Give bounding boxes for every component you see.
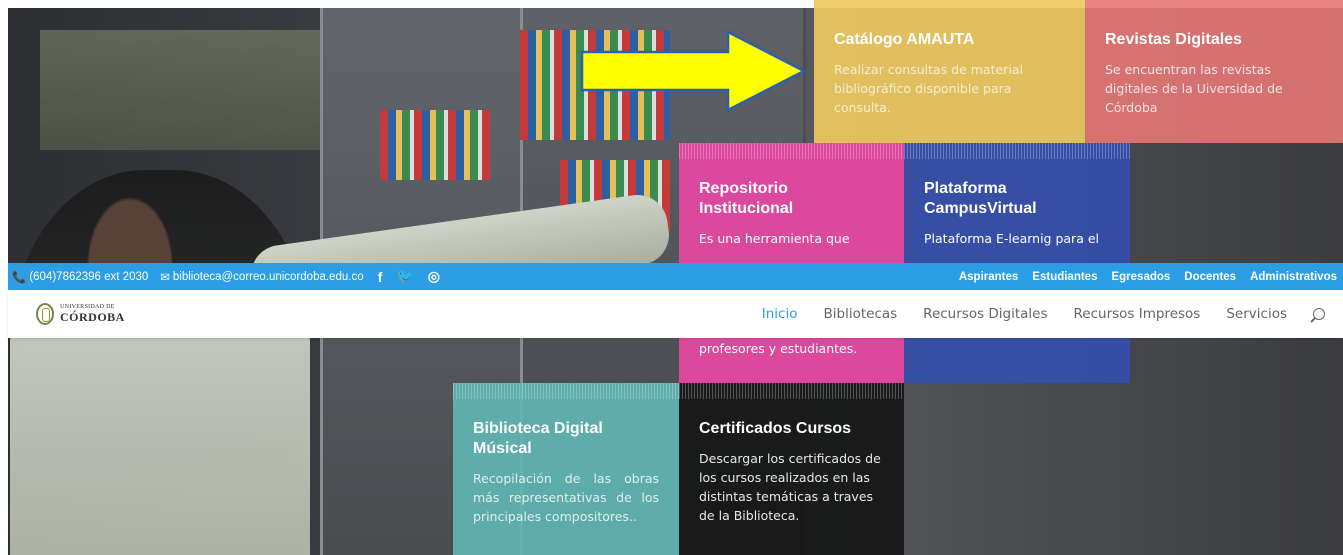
twitter-icon[interactable]: 🐦 [396,268,413,285]
phone-number[interactable]: (604)7862396 ext 2030 [29,271,148,283]
tile-title: Catálogo AMAUTA [834,31,975,48]
hatch-stripe [904,143,1130,159]
link-egresados[interactable]: Egresados [1111,271,1170,283]
nav-recursos-impresos[interactable]: Recursos Impresos [1074,306,1201,322]
left-border [0,0,8,555]
logo-text: UNIVERSIDAD DE CÓRDOBA [60,304,125,324]
link-estudiantes[interactable]: Estudiantes [1032,271,1097,283]
tile-description: Realizar consultas de material bibliográ… [834,62,1023,115]
phone-icon: 📞 [12,271,27,284]
hatch-stripe [453,383,679,399]
window-light [40,30,340,150]
tile-biblioteca-digital-musical[interactable]: Biblioteca Digital Músical Recopilación … [453,383,679,555]
link-administrativos[interactable]: Administrativos [1250,271,1337,283]
page: Catálogo AMAUTA Realizar consultas de ma… [0,0,1343,555]
books-row [380,110,490,180]
nav-recursos-digitales[interactable]: Recursos Digitales [923,306,1047,322]
yellow-arrow-annotation [580,30,807,112]
tile-title: Certificados Cursos [699,420,852,437]
link-docentes[interactable]: Docentes [1184,271,1236,283]
logo-big-text: CÓRDOBA [60,310,125,324]
tile-catalogo-amauta[interactable]: Catálogo AMAUTA Realizar consultas de ma… [814,0,1085,143]
tile-description: Es una herramienta que [699,231,850,246]
tile-title: Plataforma CampusVirtual [924,180,1037,217]
link-aspirantes[interactable]: Aspirantes [959,271,1018,283]
tile-title: Revistas Digitales [1105,31,1242,48]
tile-description: Se encuentran las revistas digitales de … [1105,62,1283,115]
tile-description-lower: profesores y estudiantes. [699,341,858,356]
facebook-icon[interactable]: f [378,269,383,285]
nav-servicios[interactable]: Servicios [1226,306,1287,322]
nav-menu: Inicio Bibliotecas Recursos Digitales Re… [762,290,1325,338]
nav-inicio[interactable]: Inicio [762,306,798,322]
tile-revistas-digitales[interactable]: Revistas Digitales Se encuentran las rev… [1085,0,1343,143]
university-logo[interactable]: UNIVERSIDAD DE CÓRDOBA [36,303,125,325]
hatch-stripe [679,383,904,399]
tile-title: Repositorio Institucional [699,180,794,217]
main-navbar: UNIVERSIDAD DE CÓRDOBA Inicio Biblioteca… [8,290,1343,338]
tile-description: Recopilación de las obras más representa… [473,471,659,524]
nav-bibliotecas[interactable]: Bibliotecas [824,306,898,322]
tile-certificados-cursos[interactable]: Certificados Cursos Descargar los certif… [679,383,904,555]
hatch-stripe [679,143,904,159]
email-link[interactable]: biblioteca@correo.unicordoba.edu.co [173,271,364,283]
tile-title: Biblioteca Digital Músical [473,420,603,457]
mail-icon: ✉ [160,271,170,284]
top-info-bar: 📞 (604)7862396 ext 2030 ✉ biblioteca@cor… [8,263,1343,290]
audience-links: Aspirantes Estudiantes Egresados Docente… [959,263,1337,290]
student-figure [10,170,310,555]
instagram-icon[interactable]: ◎ [428,268,440,285]
search-icon[interactable] [1313,308,1325,320]
tile-description: Descargar los certificados de los cursos… [699,451,881,523]
contact-info: 📞 (604)7862396 ext 2030 ✉ biblioteca@cor… [12,263,440,290]
logo-emblem-icon [36,303,54,325]
tile-description: Plataforma E-learnig para el [924,231,1099,246]
